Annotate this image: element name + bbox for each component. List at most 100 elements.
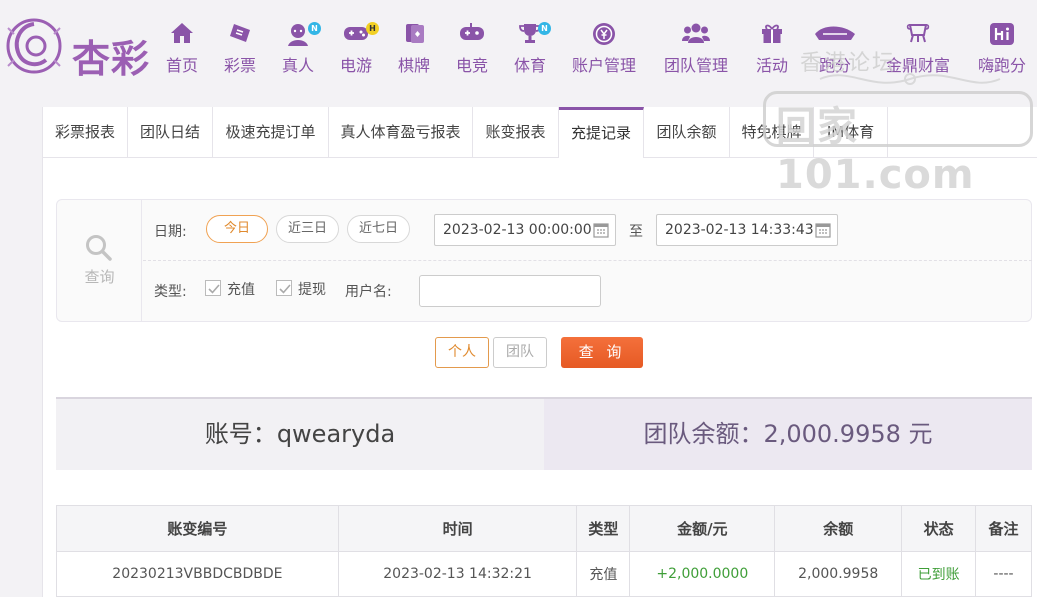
personal-button[interactable]: 个人: [435, 337, 489, 368]
tab-balance-change-report[interactable]: 账变报表: [473, 107, 559, 158]
username-label: 用户名:: [345, 284, 392, 300]
team-icon: [660, 22, 732, 50]
type-deposit-checkbox[interactable]: 充值: [205, 279, 265, 299]
nav-item-promotions[interactable]: 活动: [752, 18, 792, 75]
date-label: 日期:: [154, 224, 187, 240]
gamepad-icon: H: [336, 22, 379, 50]
records-table: 账变编号 时间 类型 金额/元 余额 状态 备注 20230213VBBDCBD…: [56, 505, 1032, 597]
cell-amount: +2,000.0000: [629, 551, 776, 597]
col-header-balance: 余额: [774, 505, 903, 552]
account-value: qwearyda: [276, 420, 396, 448]
account-label: 账号：: [204, 420, 277, 448]
team-balance-label: 团队余额：: [643, 420, 764, 448]
home-icon: [162, 22, 202, 50]
cell-note: ----: [975, 551, 1032, 597]
nav-label: 团队管理: [663, 56, 728, 75]
nav-label: 电竞: [455, 56, 488, 75]
col-header-time: 时间: [337, 505, 578, 552]
end-date-value: 2023-02-13 14:33:43: [665, 222, 814, 238]
tab-live-sports-pnl[interactable]: 真人体育盈亏报表: [329, 107, 473, 158]
check-icon: [208, 284, 220, 294]
col-header-amount: 金额/元: [629, 505, 776, 552]
tab-lottery-report[interactable]: 彩票报表: [43, 107, 128, 158]
col-header-type: 类型: [576, 505, 631, 552]
table-row: 20230213VBBDCBDBDE 2023-02-13 14:32:21 充…: [56, 551, 1032, 597]
new-badge: N: [308, 22, 321, 35]
hot-badge: H: [366, 22, 379, 35]
hi-icon: [974, 22, 1030, 50]
lottery-ticket-icon: [220, 22, 260, 50]
cards-icon: [394, 22, 434, 50]
filter-divider: [143, 260, 1032, 261]
username-input[interactable]: [419, 275, 601, 307]
check-icon: [279, 284, 291, 294]
watermark-box: 回家101.com: [763, 91, 1033, 198]
search-block[interactable]: 查询: [57, 200, 142, 321]
checkbox-label: 充值: [227, 282, 255, 298]
cell-status: 已到账: [901, 551, 977, 597]
nav-label: 真人: [281, 56, 314, 75]
filter-panel: 查询 日期: 今日 近三日 近七日 2023-02-13 00:00:00 至 …: [56, 199, 1032, 322]
watermark-flourish-icon: [819, 73, 1001, 85]
team-button[interactable]: 团队: [493, 337, 547, 368]
esports-gamepad-icon: [452, 22, 492, 50]
cell-balance: 2,000.9958: [774, 551, 903, 597]
search-label: 查询: [84, 268, 115, 286]
checkbox-box: [205, 280, 221, 296]
checkbox-box: [276, 280, 292, 296]
team-balance-value: 2,000.9958: [763, 420, 901, 448]
query-button[interactable]: 查 询: [561, 337, 643, 368]
nav-item-home[interactable]: 首页: [162, 18, 202, 75]
search-icon: [86, 235, 112, 261]
nav-label: 体育: [513, 56, 546, 75]
cell-time: 2023-02-13 14:32:21: [337, 551, 578, 597]
nav-item-esports[interactable]: 电竞: [452, 18, 492, 75]
type-label: 类型:: [154, 284, 187, 300]
nav-item-lottery[interactable]: 彩票: [220, 18, 260, 75]
tab-fast-deposit-orders[interactable]: 极速充提订单: [213, 107, 329, 158]
type-withdraw-checkbox[interactable]: 提现: [276, 279, 336, 299]
live-dealer-icon: N: [278, 22, 321, 50]
nav-label: 首页: [165, 56, 198, 75]
nav-item-live[interactable]: N 真人: [278, 18, 321, 75]
cell-id: 20230213VBBDCBDBDE: [56, 551, 339, 597]
cell-type: 充值: [576, 551, 631, 597]
nav-item-chess-cards[interactable]: 棋牌: [394, 18, 434, 75]
gift-icon: [752, 22, 792, 50]
watermark-site-text: 回家101.com: [776, 104, 975, 198]
end-date-input[interactable]: 2023-02-13 14:33:43: [656, 214, 838, 246]
brand-logo[interactable]: 杏彩: [4, 14, 164, 81]
summary-band: 账号：qwearyda 团队余额：2,000.9958 元: [56, 397, 1032, 470]
brand-emblem-icon: [6, 18, 62, 74]
brand-name: 杏彩: [72, 36, 151, 81]
team-balance-unit: 元: [908, 420, 933, 448]
account-summary: 账号：qwearyda: [56, 399, 544, 470]
calendar-icon[interactable]: [593, 222, 609, 238]
nav-label: 彩票: [223, 56, 256, 75]
table-header-row: 账变编号 时间 类型 金额/元 余额 状态 备注: [56, 505, 1032, 552]
checkbox-label: 提现: [298, 282, 326, 298]
new-badge: N: [538, 22, 551, 35]
col-header-id: 账变编号: [56, 505, 339, 552]
col-header-note: 备注: [975, 505, 1032, 552]
quick-date-3days[interactable]: 近三日: [276, 215, 339, 243]
quick-date-7days[interactable]: 近七日: [347, 215, 410, 243]
account-coin-icon: [568, 22, 640, 50]
quick-date-today[interactable]: 今日: [206, 215, 268, 243]
tab-team-balance[interactable]: 团队余额: [644, 107, 730, 158]
team-balance-summary: 团队余额：2,000.9958 元: [544, 399, 1032, 470]
calendar-icon[interactable]: [815, 222, 831, 238]
nav-item-sports[interactable]: N 体育: [510, 18, 551, 75]
nav-label: 账户管理: [571, 56, 636, 75]
nav-label: 电游: [339, 56, 372, 75]
nav-label: 活动: [755, 56, 788, 75]
start-date-input[interactable]: 2023-02-13 00:00:00: [434, 214, 616, 246]
nav-item-team-management[interactable]: 团队管理: [660, 18, 732, 75]
nav-label: 棋牌: [397, 56, 430, 75]
nav-item-account-management[interactable]: 账户管理: [568, 18, 640, 75]
nav-item-slots[interactable]: H 电游: [336, 18, 379, 75]
tab-team-daily[interactable]: 团队日结: [128, 107, 213, 158]
to-label: 至: [629, 224, 643, 240]
start-date-value: 2023-02-13 00:00:00: [443, 222, 592, 238]
tab-deposit-withdraw-records[interactable]: 充提记录: [559, 107, 644, 158]
